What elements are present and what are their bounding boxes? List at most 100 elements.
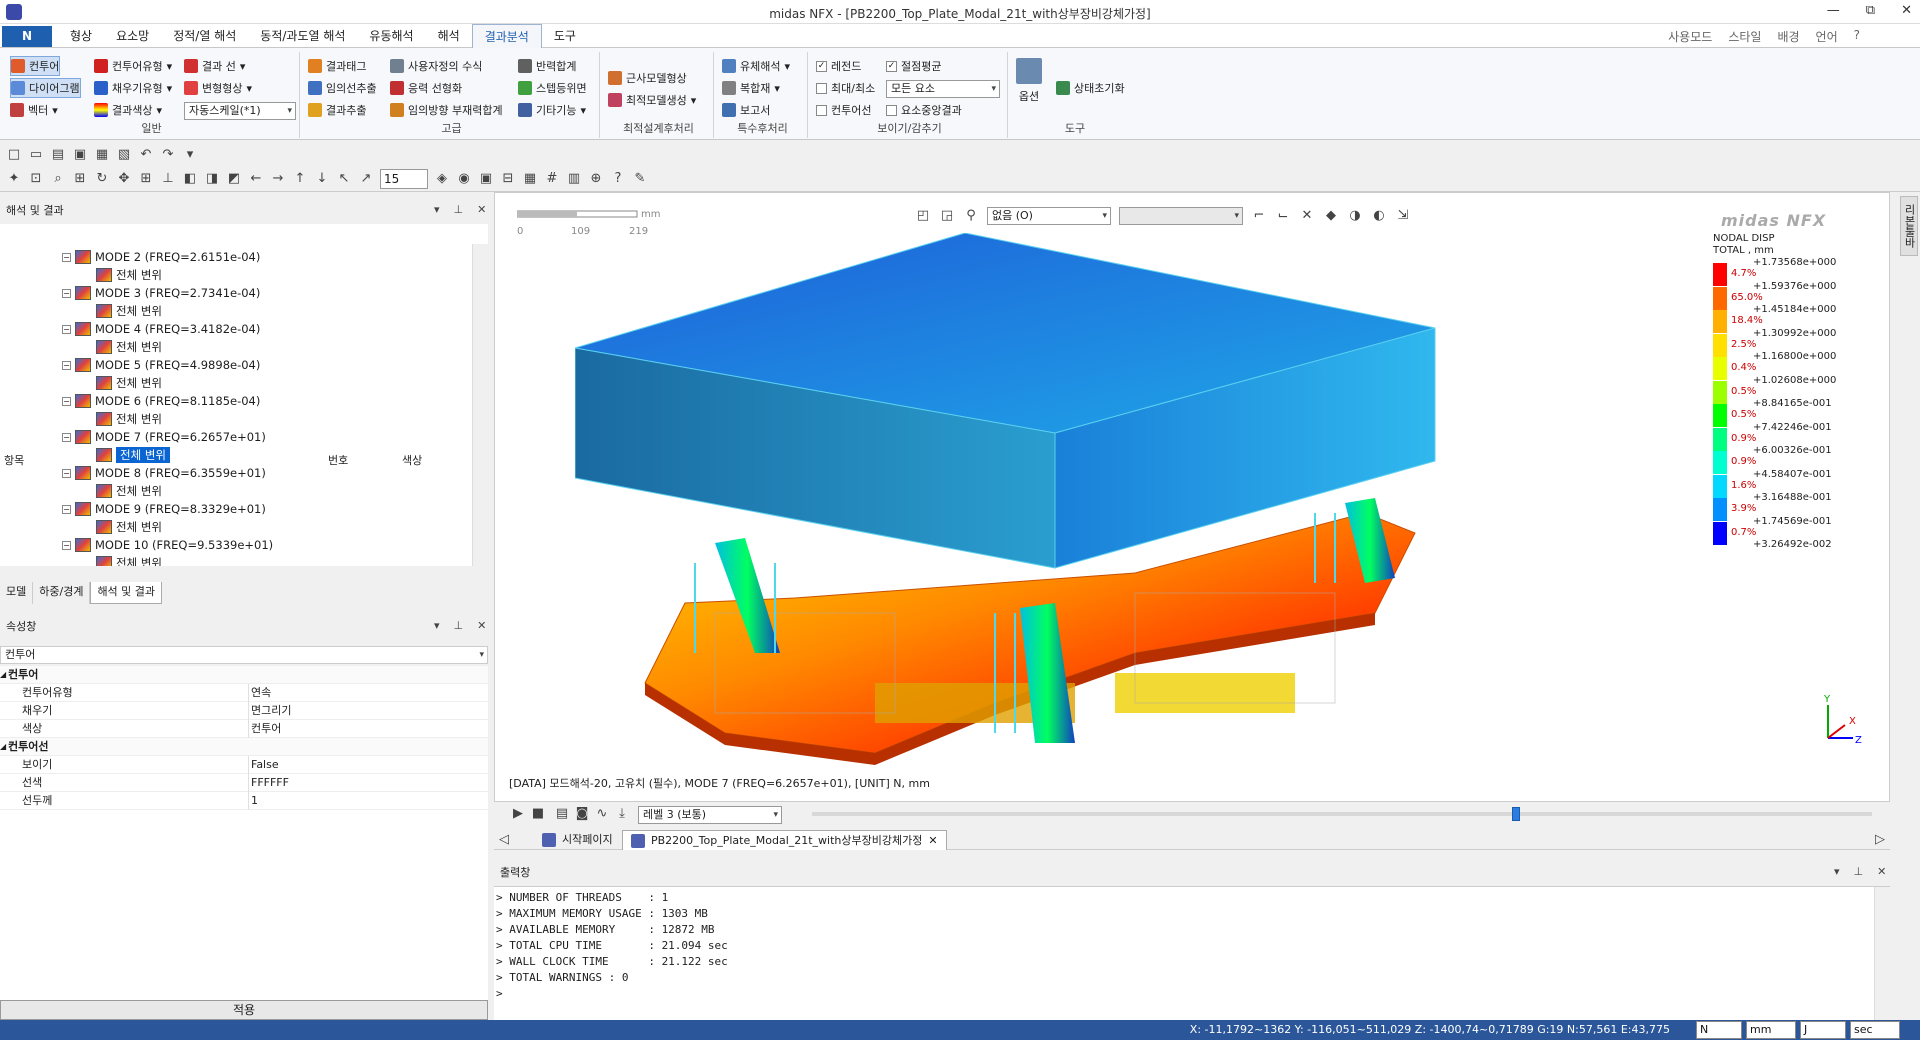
prop-row[interactable]: 채우기 면그리기 (0, 702, 488, 720)
collapse-icon[interactable]: − (62, 360, 71, 370)
contour-button[interactable]: 컨투어 (10, 56, 61, 76)
time-unit-select[interactable]: sec (1850, 1021, 1900, 1039)
arrow-ul-icon[interactable]: ↖ (336, 171, 352, 187)
wave-icon[interactable]: ∿ (594, 806, 610, 822)
clear-icon[interactable]: ✕ (1299, 208, 1315, 224)
view-cut-icon[interactable]: ⚲ (963, 208, 979, 224)
tab-analysis[interactable]: 해석 (426, 24, 472, 48)
cube-icon[interactable]: ▣ (478, 171, 494, 187)
element-select[interactable]: 모든 요소 (886, 80, 1000, 98)
play-icon[interactable]: ▶ (510, 806, 526, 822)
composite-button[interactable]: 복합재 ▾ (722, 78, 780, 98)
arbitrary-extract-button[interactable]: 임의선추출 (308, 78, 377, 98)
tree-mode-node[interactable]: − MODE 9 (FREQ=8.3329e+01) (62, 500, 266, 518)
pin-icon[interactable]: ⊥ (454, 619, 464, 632)
close-icon[interactable]: ✕ (477, 203, 486, 216)
close-icon[interactable]: ✕ (928, 831, 937, 851)
doc-tab-model[interactable]: PB2200_Top_Plate_Modal_21t_with상부장비강체가정 ✕ (622, 830, 947, 850)
grid-icon[interactable]: ⊞ (138, 171, 154, 187)
redo-icon[interactable]: ↷ (160, 147, 176, 163)
tab-scroll-left-icon[interactable]: ◁ (496, 832, 512, 848)
element-center-checkbox[interactable]: 요소중앙결과 (886, 100, 962, 120)
view-top-icon[interactable]: ◨ (204, 171, 220, 187)
collapse-icon[interactable]: − (62, 396, 71, 406)
tree-mode-node[interactable]: − MODE 8 (FREQ=6.3559e+01) (62, 464, 266, 482)
collapse-icon[interactable]: − (62, 432, 71, 442)
prop-value[interactable]: 면그리기 (248, 702, 488, 720)
rotation-step-input[interactable]: 15 (380, 169, 428, 189)
stop-icon[interactable]: ■ (530, 806, 546, 822)
zoom-window-icon[interactable]: ⊞ (72, 171, 88, 187)
collapse-icon[interactable]: ◢ (0, 738, 6, 756)
lock-icon[interactable]: ⊡ (28, 171, 44, 187)
status-reset-button[interactable]: 상태초기화 (1056, 78, 1125, 98)
background-menu[interactable]: 배경 (1777, 28, 1799, 45)
tree-result-node[interactable]: 전체 변위 (96, 374, 162, 392)
prop-value[interactable]: 1 (248, 792, 488, 810)
output-scrollbar[interactable] (1874, 887, 1890, 1021)
report-button[interactable]: 보고서 (722, 100, 770, 120)
secondary-select[interactable] (1119, 207, 1243, 225)
highlight-icon[interactable]: ◆ (1323, 208, 1339, 224)
display-mode-icon[interactable]: ◈ (434, 171, 450, 187)
model-viewport[interactable]: mm 0 109 219 ◰ ◲ ⚲ 없음 (O) ⌐ ⌙ ✕ ◆ ◑ ◐ ⇲ (494, 192, 1890, 802)
camera-icon[interactable]: ◙ (574, 806, 590, 822)
tab-dynamic[interactable]: 동적/과도열 해석 (248, 24, 357, 48)
tab-results[interactable]: 결과분석 (471, 24, 542, 48)
options-button[interactable]: 옵션 (1016, 58, 1042, 103)
axis-icon[interactable]: ⊥ (160, 171, 176, 187)
step-history-button[interactable]: 스텝등위면 (518, 78, 587, 98)
collapse-icon[interactable]: − (62, 288, 71, 298)
pen-icon[interactable]: ✎ (632, 171, 648, 187)
output-console[interactable]: > NUMBER OF THREADS : 1 > MAXIMUM MEMORY … (494, 886, 1890, 1021)
prop-row[interactable]: 보이기 False (0, 756, 488, 774)
display-select[interactable]: 없음 (O) (987, 207, 1111, 225)
pin-icon[interactable]: ⊥ (1854, 865, 1864, 878)
tab-cfd[interactable]: 유동해석 (357, 24, 425, 48)
dropdown-icon[interactable]: ▾ (434, 619, 440, 632)
dropdown-icon[interactable]: ▾ (1834, 865, 1840, 878)
maximize-button[interactable]: ⧉ (1866, 3, 1875, 18)
tree-mode-node[interactable]: − MODE 5 (FREQ=4.9898e-04) (62, 356, 260, 374)
fluid-button[interactable]: 유체해석 ▾ (722, 56, 790, 76)
tree-result-node[interactable]: 전체 변위 (96, 266, 162, 284)
pin-icon[interactable]: ⊥ (454, 203, 464, 216)
force-unit-select[interactable]: N (1696, 1021, 1742, 1039)
frame-slider-thumb[interactable] (1511, 807, 1520, 821)
node-icon[interactable]: ⊕ (588, 171, 604, 187)
tree-mode-node[interactable]: − MODE 4 (FREQ=3.4182e-04) (62, 320, 260, 338)
nodal-avg-checkbox[interactable]: ✓ 절점평균 (886, 56, 941, 76)
frame-slider[interactable] (812, 807, 1872, 821)
collapse-icon[interactable]: − (62, 540, 71, 550)
arbitrary-member-button[interactable]: 임의방향 부재력합계 (390, 100, 503, 120)
prop-value[interactable]: False (248, 756, 488, 774)
optimal-gen-button[interactable]: 최적모델생성 ▾ (608, 90, 696, 110)
contour-line-checkbox[interactable]: 컨투어선 (816, 100, 871, 120)
length-unit-select[interactable]: mm (1746, 1021, 1796, 1039)
result-extract-button[interactable]: 결과추출 (308, 100, 366, 120)
tree-result-node[interactable]: 전체 변위 (96, 554, 162, 566)
close-icon[interactable]: ✕ (477, 619, 486, 632)
tree-mode-node[interactable]: − MODE 2 (FREQ=2.6151e-04) (62, 248, 260, 266)
prop-value[interactable]: 연속 (248, 684, 488, 702)
legend-checkbox[interactable]: ✓ 레전드 (816, 56, 861, 76)
open-folder-icon[interactable]: ▤ (50, 147, 66, 163)
energy-unit-select[interactable]: J (1800, 1021, 1846, 1039)
tree-result-node[interactable]: 전체 변위 (96, 482, 162, 500)
view-front-icon[interactable]: ◧ (182, 171, 198, 187)
help-menu[interactable]: ? (1854, 28, 1860, 45)
apply-button[interactable]: 적용 (0, 1000, 488, 1020)
tree-mode-node[interactable]: − MODE 6 (FREQ=8.1185e-04) (62, 392, 260, 410)
fill-type-button[interactable]: 채우기유형 ▾ (94, 78, 172, 98)
result-tag-button[interactable]: 결과태그 (308, 56, 366, 76)
contour-type-button[interactable]: 컨투어유형 ▾ (94, 56, 172, 76)
collapse-icon[interactable]: − (62, 504, 71, 514)
arrow-up-icon[interactable]: ↑ (292, 171, 308, 187)
import-icon[interactable]: ▦ (94, 147, 110, 163)
approx-shape-button[interactable]: 근사모델형상 (608, 68, 687, 88)
close-icon[interactable]: ✕ (1877, 865, 1886, 878)
tree-mode-node[interactable]: − MODE 10 (FREQ=9.5339e+01) (62, 536, 273, 554)
ribbon-toolbar-side-tab[interactable]: 리본툴바 (1900, 196, 1918, 256)
tree-result-node[interactable]: 전체 변위 (96, 410, 162, 428)
doc-tab-start[interactable]: 시작페이지 (534, 830, 621, 850)
